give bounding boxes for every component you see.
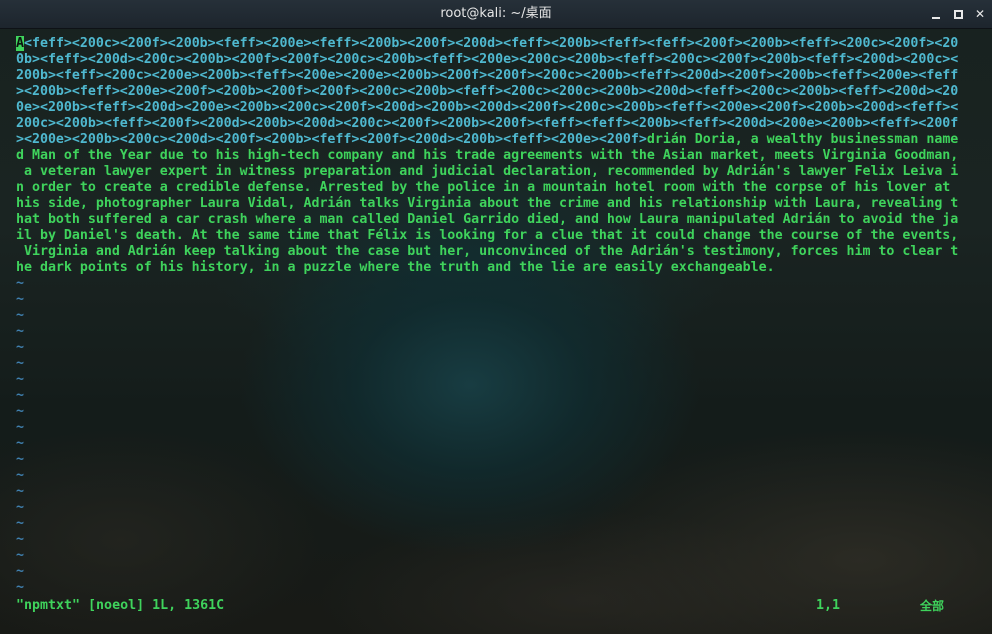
empty-line-marker: ~	[16, 404, 25, 419]
buffer-line: hat both suffered a car crash where a ma…	[16, 212, 959, 227]
title-bar[interactable]: root@kali: ~/桌面 ✕	[0, 0, 992, 29]
buffer-line-text: drián Doria, a wealthy businessman name	[646, 132, 959, 147]
buffer-line: he dark points of his history, in a puzz…	[16, 260, 775, 275]
empty-line-marker: ~	[16, 324, 25, 339]
buffer-line-special: ><200e><200b><200c><200d><200f><200b><fe…	[16, 132, 647, 147]
empty-line-marker: ~	[16, 500, 25, 515]
buffer-line: 200b><feff><200c><200e><200b><feff><200e…	[16, 68, 959, 83]
scroll-position: 全部	[920, 599, 945, 613]
terminal-window: root@kali: ~/桌面 ✕ A<feff><200c><200f><20…	[0, 0, 992, 634]
buffer-line: ><200e><200b><200c><200d><200f><200b><fe…	[16, 132, 958, 148]
empty-line-marker: ~	[16, 308, 25, 323]
empty-line-marker: ~	[16, 372, 25, 387]
buffer-line: Virginia and Adrián keep talking about t…	[16, 244, 959, 259]
buffer-line: 200c><200b><feff><200f><200d><200b><200d…	[16, 116, 959, 131]
close-icon: ✕	[974, 7, 986, 21]
empty-line-marker: ~	[16, 276, 25, 291]
maximize-button[interactable]	[950, 6, 966, 22]
buffer-line: il by Daniel's death. At the same time t…	[16, 228, 959, 243]
empty-line-marker: ~	[16, 580, 25, 595]
minimize-icon	[932, 17, 940, 19]
maximize-icon	[954, 10, 963, 19]
empty-line-marker: ~	[16, 388, 25, 403]
buffer-line: his side, photographer Laura Vidal, Adri…	[16, 196, 959, 211]
vim-buffer[interactable]: A<feff><200c><200f><200b><feff><200e><fe…	[16, 36, 976, 596]
minimize-button[interactable]	[928, 6, 944, 22]
buffer-line: d Man of the Year due to his high-tech c…	[16, 148, 959, 163]
vim-status-line: "npmtxt" [noeol] 1L, 1361C 1,1 全部	[16, 597, 976, 615]
empty-line-marker: ~	[16, 452, 25, 467]
empty-line-marker: ~	[16, 564, 25, 579]
empty-line-marker: ~	[16, 436, 25, 451]
buffer-line-content: <feff><200c><200f><200b><feff><200e><fef…	[24, 36, 959, 51]
text-cursor: A	[16, 36, 24, 51]
empty-line-marker: ~	[16, 420, 25, 435]
empty-line-marker: ~	[16, 356, 25, 371]
buffer-line: 0b><feff><200d><200c><200b><200f><200f><…	[16, 52, 959, 67]
window-title: root@kali: ~/桌面	[440, 6, 552, 21]
close-button[interactable]: ✕	[972, 6, 988, 22]
file-info: "npmtxt" [noeol] 1L, 1361C	[16, 598, 225, 613]
buffer-line: a veteran lawyer expert in witness prepa…	[16, 164, 959, 179]
empty-line-marker: ~	[16, 484, 25, 499]
buffer-line: n order to create a credible defense. Ar…	[16, 180, 951, 195]
empty-line-marker: ~	[16, 340, 25, 355]
empty-line-marker: ~	[16, 516, 25, 531]
empty-line-marker: ~	[16, 468, 25, 483]
buffer-line: A<feff><200c><200f><200b><feff><200e><fe…	[16, 36, 958, 52]
buffer-line: ><200b><feff><200e><200f><200b><200f><20…	[16, 84, 959, 99]
empty-line-marker: ~	[16, 292, 25, 307]
buffer-line: 0e><200b><feff><200d><200e><200b><200c><…	[16, 100, 959, 115]
empty-line-marker: ~	[16, 532, 25, 547]
cursor-position: 1,1	[816, 598, 841, 613]
empty-line-marker: ~	[16, 548, 25, 563]
